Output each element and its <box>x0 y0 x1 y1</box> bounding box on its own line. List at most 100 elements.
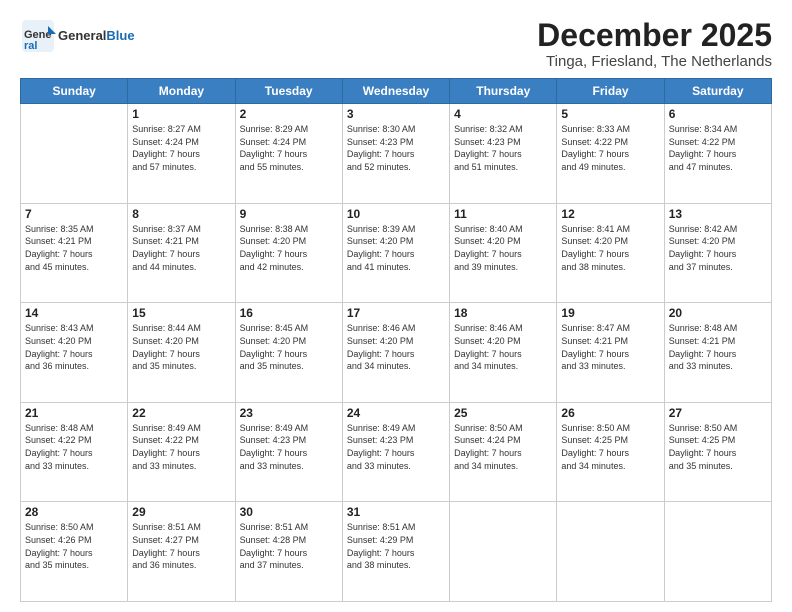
header-friday: Friday <box>557 79 664 104</box>
cell-w5-d6 <box>557 502 664 602</box>
cell-w1-d1 <box>21 104 128 204</box>
day-number: 31 <box>347 505 445 519</box>
day-number: 6 <box>669 107 767 121</box>
day-info: Sunrise: 8:46 AMSunset: 4:20 PMDaylight:… <box>347 322 445 372</box>
logo-general: General <box>58 28 106 43</box>
cell-w4-d3: 23Sunrise: 8:49 AMSunset: 4:23 PMDayligh… <box>235 402 342 502</box>
page: Gene ral GeneralBlue December 2025 Tinga… <box>0 0 792 612</box>
day-info: Sunrise: 8:41 AMSunset: 4:20 PMDaylight:… <box>561 223 659 273</box>
day-info: Sunrise: 8:27 AMSunset: 4:24 PMDaylight:… <box>132 123 230 173</box>
day-number: 15 <box>132 306 230 320</box>
page-title: December 2025 <box>537 18 772 53</box>
day-number: 25 <box>454 406 552 420</box>
day-info: Sunrise: 8:35 AMSunset: 4:21 PMDaylight:… <box>25 223 123 273</box>
day-number: 16 <box>240 306 338 320</box>
cell-w2-d7: 13Sunrise: 8:42 AMSunset: 4:20 PMDayligh… <box>664 203 771 303</box>
day-info: Sunrise: 8:39 AMSunset: 4:20 PMDaylight:… <box>347 223 445 273</box>
day-info: Sunrise: 8:51 AMSunset: 4:29 PMDaylight:… <box>347 521 445 571</box>
cell-w5-d4: 31 Sunrise: 8:51 AMSunset: 4:29 PMDayligh… <box>342 502 449 602</box>
cell-w3-d2: 15 Sunrise: 8:44 AMSunset: 4:20 PMDayligh… <box>128 303 235 403</box>
day-info: Sunrise: 8:43 AMSunset: 4:20 PMDaylight:… <box>25 322 123 372</box>
cell-w3-d4: 17 Sunrise: 8:46 AMSunset: 4:20 PMDayligh… <box>342 303 449 403</box>
day-info: Sunrise: 8:50 AMSunset: 4:24 PMDaylight:… <box>454 422 552 472</box>
header-monday: Monday <box>128 79 235 104</box>
cell-w1-d6: 5 Sunrise: 8:33 AMSunset: 4:22 PMDaylight… <box>557 104 664 204</box>
day-info: Sunrise: 8:51 AMSunset: 4:28 PMDaylight:… <box>240 521 338 571</box>
day-number: 29 <box>132 505 230 519</box>
day-info: Sunrise: 8:37 AMSunset: 4:21 PMDaylight:… <box>132 223 230 273</box>
day-info: Sunrise: 8:50 AMSunset: 4:25 PMDaylight:… <box>669 422 767 472</box>
logo-blue: Blue <box>106 28 134 43</box>
calendar-header-row: Sunday Monday Tuesday Wednesday Thursday… <box>21 79 772 104</box>
cell-w4-d2: 22 Sunrise: 8:49 AMSunset: 4:22 PMDayligh… <box>128 402 235 502</box>
day-number: 26 <box>561 406 659 420</box>
logo: Gene ral GeneralBlue <box>20 18 135 54</box>
header: Gene ral GeneralBlue December 2025 Tinga… <box>20 18 772 70</box>
calendar-body: 1Sunrise: 8:27 AMSunset: 4:24 PMDaylight… <box>21 104 772 602</box>
day-info: Sunrise: 8:44 AMSunset: 4:20 PMDaylight:… <box>132 322 230 372</box>
header-sunday: Sunday <box>21 79 128 104</box>
cell-w2-d2: 8 Sunrise: 8:37 AMSunset: 4:21 PMDaylight… <box>128 203 235 303</box>
day-info: Sunrise: 8:32 AMSunset: 4:23 PMDaylight:… <box>454 123 552 173</box>
day-number: 10 <box>347 207 445 221</box>
day-number: 7 <box>25 207 123 221</box>
cell-w1-d7: 6 Sunrise: 8:34 AMSunset: 4:22 PMDaylight… <box>664 104 771 204</box>
week-row-1: 1Sunrise: 8:27 AMSunset: 4:24 PMDaylight… <box>21 104 772 204</box>
cell-w5-d1: 28 Sunrise: 8:50 AMSunset: 4:26 PMDayligh… <box>21 502 128 602</box>
logo-icon: Gene ral <box>20 18 56 54</box>
day-info: Sunrise: 8:48 AMSunset: 4:22 PMDaylight:… <box>25 422 123 472</box>
day-number: 12 <box>561 207 659 221</box>
day-info: Sunrise: 8:29 AMSunset: 4:24 PMDaylight:… <box>240 123 338 173</box>
day-info: Sunrise: 8:46 AMSunset: 4:20 PMDaylight:… <box>454 322 552 372</box>
cell-w3-d6: 19 Sunrise: 8:47 AMSunset: 4:21 PMDayligh… <box>557 303 664 403</box>
header-wednesday: Wednesday <box>342 79 449 104</box>
day-number: 20 <box>669 306 767 320</box>
day-number: 17 <box>347 306 445 320</box>
cell-w1-d4: 3Sunrise: 8:30 AMSunset: 4:23 PMDaylight… <box>342 104 449 204</box>
cell-w3-d5: 18 Sunrise: 8:46 AMSunset: 4:20 PMDayligh… <box>450 303 557 403</box>
cell-w3-d1: 14Sunrise: 8:43 AMSunset: 4:20 PMDayligh… <box>21 303 128 403</box>
cell-w1-d3: 2 Sunrise: 8:29 AMSunset: 4:24 PMDaylight… <box>235 104 342 204</box>
cell-w4-d6: 26Sunrise: 8:50 AMSunset: 4:25 PMDayligh… <box>557 402 664 502</box>
day-number: 11 <box>454 207 552 221</box>
day-info: Sunrise: 8:49 AMSunset: 4:23 PMDaylight:… <box>347 422 445 472</box>
cell-w5-d3: 30Sunrise: 8:51 AMSunset: 4:28 PMDayligh… <box>235 502 342 602</box>
day-number: 27 <box>669 406 767 420</box>
day-number: 28 <box>25 505 123 519</box>
day-info: Sunrise: 8:50 AMSunset: 4:26 PMDaylight:… <box>25 521 123 571</box>
day-number: 22 <box>132 406 230 420</box>
day-info: Sunrise: 8:45 AMSunset: 4:20 PMDaylight:… <box>240 322 338 372</box>
header-thursday: Thursday <box>450 79 557 104</box>
cell-w3-d7: 20Sunrise: 8:48 AMSunset: 4:21 PMDayligh… <box>664 303 771 403</box>
day-number: 3 <box>347 107 445 121</box>
cell-w2-d5: 11Sunrise: 8:40 AMSunset: 4:20 PMDayligh… <box>450 203 557 303</box>
cell-w2-d1: 7 Sunrise: 8:35 AMSunset: 4:21 PMDaylight… <box>21 203 128 303</box>
day-number: 9 <box>240 207 338 221</box>
day-info: Sunrise: 8:42 AMSunset: 4:20 PMDaylight:… <box>669 223 767 273</box>
day-info: Sunrise: 8:34 AMSunset: 4:22 PMDaylight:… <box>669 123 767 173</box>
day-number: 8 <box>132 207 230 221</box>
day-info: Sunrise: 8:49 AMSunset: 4:23 PMDaylight:… <box>240 422 338 472</box>
day-info: Sunrise: 8:49 AMSunset: 4:22 PMDaylight:… <box>132 422 230 472</box>
day-number: 2 <box>240 107 338 121</box>
day-info: Sunrise: 8:51 AMSunset: 4:27 PMDaylight:… <box>132 521 230 571</box>
cell-w4-d4: 24 Sunrise: 8:49 AMSunset: 4:23 PMDayligh… <box>342 402 449 502</box>
title-block: December 2025 Tinga, Friesland, The Neth… <box>537 18 772 70</box>
cell-w4-d7: 27 Sunrise: 8:50 AMSunset: 4:25 PMDayligh… <box>664 402 771 502</box>
day-info: Sunrise: 8:47 AMSunset: 4:21 PMDaylight:… <box>561 322 659 372</box>
cell-w4-d1: 21Sunrise: 8:48 AMSunset: 4:22 PMDayligh… <box>21 402 128 502</box>
day-info: Sunrise: 8:33 AMSunset: 4:22 PMDaylight:… <box>561 123 659 173</box>
calendar-table: Sunday Monday Tuesday Wednesday Thursday… <box>20 78 772 602</box>
cell-w4-d5: 25 Sunrise: 8:50 AMSunset: 4:24 PMDayligh… <box>450 402 557 502</box>
week-row-5: 28 Sunrise: 8:50 AMSunset: 4:26 PMDayligh… <box>21 502 772 602</box>
day-number: 5 <box>561 107 659 121</box>
day-number: 24 <box>347 406 445 420</box>
day-number: 19 <box>561 306 659 320</box>
week-row-3: 14Sunrise: 8:43 AMSunset: 4:20 PMDayligh… <box>21 303 772 403</box>
cell-w5-d7 <box>664 502 771 602</box>
cell-w1-d5: 4Sunrise: 8:32 AMSunset: 4:23 PMDaylight… <box>450 104 557 204</box>
week-row-4: 21Sunrise: 8:48 AMSunset: 4:22 PMDayligh… <box>21 402 772 502</box>
day-number: 18 <box>454 306 552 320</box>
cell-w2-d6: 12 Sunrise: 8:41 AMSunset: 4:20 PMDayligh… <box>557 203 664 303</box>
cell-w2-d4: 10 Sunrise: 8:39 AMSunset: 4:20 PMDayligh… <box>342 203 449 303</box>
